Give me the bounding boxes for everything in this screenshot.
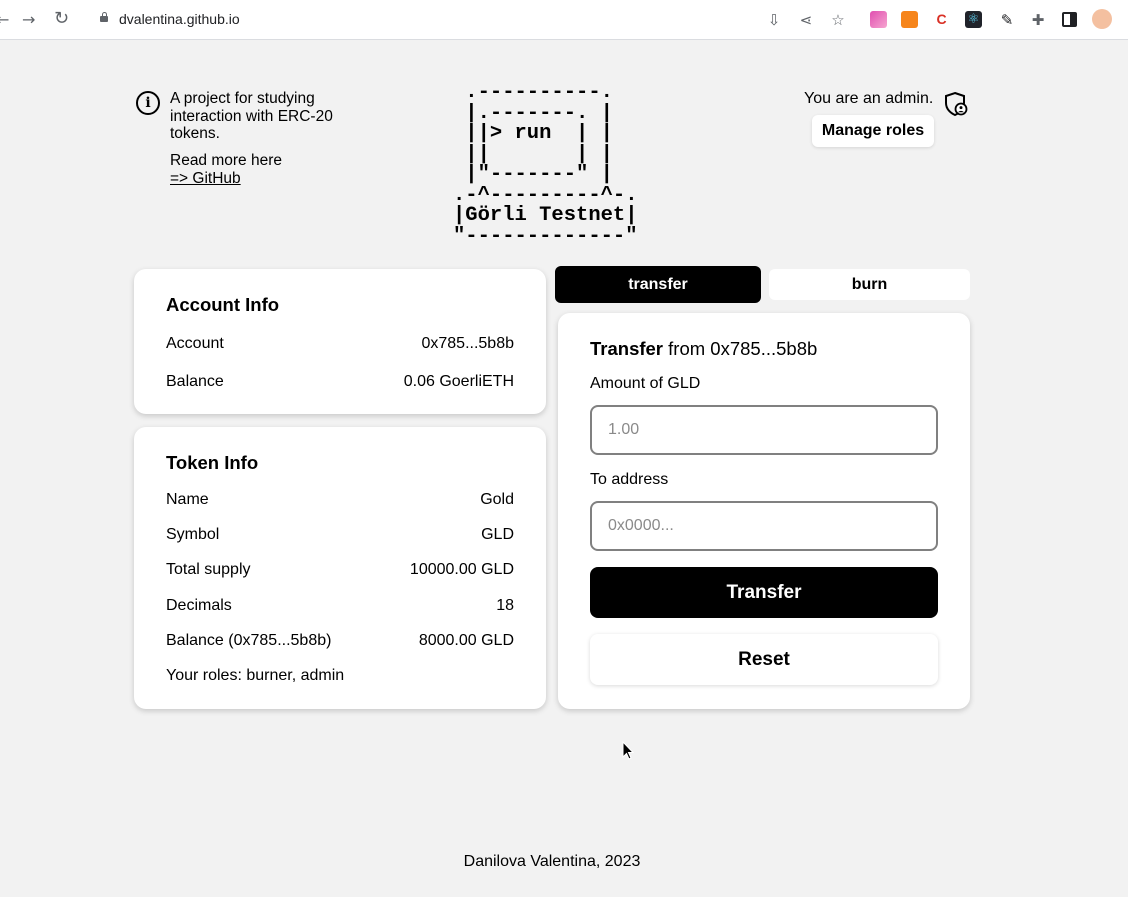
browser-toolbar: ← → ↻ dvalentina.github.io ⇩ ⋖ ☆ C ⚛ ✎ ✚ [0,0,1128,40]
info-icon: i [136,91,160,115]
install-app-icon[interactable]: ⇩ [764,10,784,30]
amount-label: Amount of GLD [590,375,701,392]
manage-roles-button[interactable]: Manage roles [812,115,934,147]
token-name-label: Name [166,491,209,508]
mouse-cursor-icon [622,741,635,760]
decimals-value: 18 [496,597,514,614]
total-supply-value: 10000.00 GLD [409,561,514,578]
account-info-title: Account Info [166,294,280,315]
account-value: 0x785...5b8b [421,335,514,352]
address-label: To address [590,471,669,488]
transfer-title-bold: Transfer [590,338,664,359]
url-text[interactable]: dvalentina.github.io [119,11,240,27]
transfer-button[interactable]: Transfer [590,567,938,618]
token-info-card: Token Info Name Gold Symbol GLD Total su… [134,427,546,709]
lock-icon[interactable] [100,12,108,22]
react-devtools-icon[interactable]: ⚛ [965,11,982,28]
amount-input[interactable] [590,405,938,455]
transfer-title: Transfer from 0x785...5b8b [590,338,817,360]
profile-avatar-icon[interactable] [1092,9,1112,29]
read-more-label: Read more here [170,152,283,169]
total-supply-label: Total supply [166,561,251,578]
network-ascii-art: .----------. |.-------. | ||> run | | ||… [453,81,638,248]
admin-status: You are an admin. [804,90,934,107]
side-panel-icon[interactable] [1062,12,1077,27]
read-more: Read more here => GitHub [170,152,282,188]
extensions-puzzle-icon[interactable]: ✚ [1028,10,1048,30]
account-info-card: Account Info Account 0x785...5b8b Balanc… [134,269,546,414]
account-label: Account [166,335,224,352]
metamask-fox-icon[interactable] [901,11,918,28]
shield-user-icon [945,91,968,117]
balance-label: Balance [166,373,224,390]
extension-gradient-icon[interactable] [870,11,887,28]
token-name-value: Gold [480,491,514,508]
back-arrow-icon[interactable]: ← [0,10,9,29]
project-description: A project for studying interaction with … [170,90,333,142]
share-icon[interactable]: ⋖ [796,10,816,30]
token-balance-value: 8000.00 GLD [418,632,514,649]
token-info-title: Token Info [166,452,259,473]
footer-credit: Danilova Valentina, 2023 [463,853,641,870]
roles-text: Your roles: burner, admin [166,667,345,684]
token-balance-label: Balance (0x785...5b8b) [166,632,332,649]
tab-burn[interactable]: burn [769,269,970,300]
transfer-title-from: from 0x785...5b8b [663,338,818,359]
token-symbol-value: GLD [481,526,514,543]
forward-arrow-icon[interactable]: → [22,10,35,29]
bookmark-star-icon[interactable]: ☆ [828,10,848,30]
eyedropper-icon[interactable]: ✎ [997,10,1017,30]
extension-c-icon[interactable]: C [933,11,950,28]
balance-value: 0.06 GoerliETH [403,373,514,390]
transfer-card: Transfer from 0x785...5b8b Amount of GLD… [558,313,970,709]
github-link[interactable]: => GitHub [170,170,282,188]
to-address-input[interactable] [590,501,938,551]
decimals-label: Decimals [166,597,232,614]
reset-button[interactable]: Reset [590,634,938,685]
token-symbol-label: Symbol [166,526,220,543]
reload-icon[interactable]: ↻ [54,8,69,29]
tab-transfer[interactable]: transfer [555,266,761,303]
